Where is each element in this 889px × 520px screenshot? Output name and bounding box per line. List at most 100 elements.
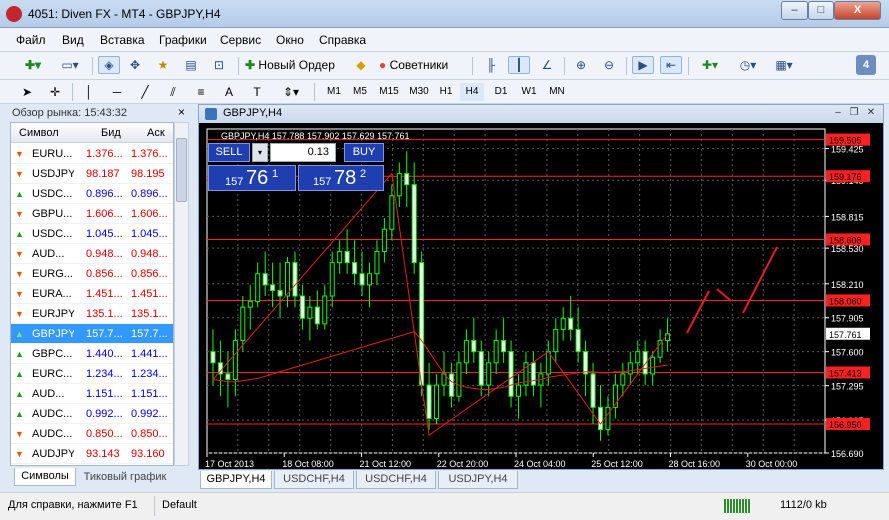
- column-bid[interactable]: Бид: [101, 127, 121, 139]
- tab-tick-chart[interactable]: Тиковый график: [80, 468, 170, 486]
- market-watch-close-icon[interactable]: ×: [178, 105, 185, 119]
- market-watch-row[interactable]: ▼ AUDC... 0.850... 0.850...: [11, 424, 173, 444]
- channel-icon[interactable]: ⫽: [164, 83, 182, 101]
- lot-size-input[interactable]: 0.13: [270, 143, 336, 162]
- market-watch-table: Символ Бид Аск ▼ EURU... 1.376... 1.376... ▼…: [10, 122, 174, 466]
- symbol-cell: AUDJPY: [32, 448, 74, 460]
- auto-scroll-icon[interactable]: ▶: [632, 56, 654, 74]
- market-watch-row[interactable]: ▼ EURA... 1.451... 1.451...: [11, 284, 173, 304]
- zoom-in-icon[interactable]: ⊕: [570, 56, 592, 74]
- close-button[interactable]: X: [834, 1, 881, 20]
- expert-advisors-button[interactable]: ● Советники: [378, 56, 466, 74]
- bid-cell: 0.896...: [86, 188, 123, 200]
- new-order-button[interactable]: ✚ Новый Ордер: [244, 56, 346, 74]
- market-watch-row[interactable]: ▼ AUD... 0.948... 0.948...: [11, 244, 173, 264]
- tester-icon[interactable]: ⊡: [208, 56, 230, 74]
- tab-symbols[interactable]: Символы: [14, 468, 76, 486]
- ask-cell: 1.451...: [131, 288, 168, 300]
- chart-close-icon[interactable]: ✕: [864, 107, 878, 120]
- column-symbol[interactable]: Символ: [19, 127, 59, 139]
- arrow-down-icon: ▼: [15, 309, 24, 319]
- metaeditor-icon[interactable]: ◆: [350, 56, 372, 74]
- connection-status-icon[interactable]: [724, 499, 750, 513]
- minimize-button[interactable]: –: [781, 1, 808, 20]
- text-label-icon[interactable]: T: [248, 83, 266, 101]
- timeframe-mn[interactable]: MN: [544, 83, 570, 101]
- level-price-label: 158.060: [829, 296, 862, 306]
- data-window-icon[interactable]: ✥: [124, 56, 146, 74]
- templates-icon[interactable]: ▦▾: [768, 56, 800, 74]
- indicators-icon[interactable]: ✚▾: [694, 56, 726, 74]
- market-watch-row[interactable]: ▼ EURJPY 135.1... 135.1...: [11, 304, 173, 324]
- x-tick-label: 28 Oct 16:00: [669, 459, 721, 469]
- bar-chart-icon[interactable]: ╟: [480, 56, 502, 74]
- chart-window-title: GBPJPY,H4: [223, 107, 283, 119]
- buy-price[interactable]: 157 78 2: [298, 165, 384, 191]
- timeframe-m5[interactable]: M5: [348, 83, 372, 101]
- level-price-label: 158.608: [829, 235, 862, 245]
- chart-tab-gbpjpy[interactable]: GBPJPY,H4: [200, 471, 272, 489]
- chart-tab-usdchf[interactable]: USDCHF,H4: [274, 471, 354, 489]
- arrow-up-icon: ▲: [15, 229, 24, 239]
- navigator-icon[interactable]: ★: [152, 56, 174, 74]
- menu-view[interactable]: Вид: [62, 33, 84, 47]
- chart-tab-usdjpy[interactable]: USDJPY,H4: [438, 471, 518, 489]
- lot-decrease-icon[interactable]: ▾: [252, 143, 268, 162]
- market-watch-row[interactable]: ▲ USDC... 1.045... 1.045...: [11, 224, 173, 244]
- expert-badge[interactable]: 4: [856, 55, 876, 75]
- market-watch-row[interactable]: ▲ GBPJPY 157.7... 157.7...: [11, 324, 173, 344]
- timeframe-m15[interactable]: M15: [374, 83, 404, 101]
- menu-charts[interactable]: Графики: [159, 33, 207, 47]
- periods-icon[interactable]: ◷▾: [732, 56, 764, 74]
- candle-body: [225, 373, 231, 381]
- menu-file[interactable]: Файл: [16, 33, 46, 47]
- fibonacci-icon[interactable]: ≡: [192, 83, 210, 101]
- crosshair-icon[interactable]: ✛: [46, 83, 64, 101]
- market-watch-row[interactable]: ▼ EURG... 0.856... 0.856...: [11, 264, 173, 284]
- timeframe-m30[interactable]: M30: [406, 83, 432, 101]
- maximize-button[interactable]: □: [808, 1, 834, 20]
- market-watch-icon[interactable]: ◈: [98, 56, 120, 74]
- sell-button[interactable]: SELL: [208, 143, 250, 162]
- market-watch-row[interactable]: ▼ USDJPY 98.187 98.195: [11, 164, 173, 184]
- menu-window[interactable]: Окно: [276, 33, 304, 47]
- timeframe-w1[interactable]: W1: [516, 83, 542, 101]
- market-watch-row[interactable]: ▲ GBPC... 1.440... 1.441...: [11, 344, 173, 364]
- new-chart-icon[interactable]: ✚▾: [18, 56, 48, 74]
- trendline-icon[interactable]: ╱: [136, 83, 154, 101]
- chart-tab-usdchf-2[interactable]: USDCHF,H4: [356, 471, 436, 489]
- candlestick-icon[interactable]: ┃: [508, 56, 530, 74]
- chart-minimize-icon[interactable]: –: [831, 107, 845, 120]
- sell-price[interactable]: 157 76 1: [208, 165, 296, 191]
- column-ask[interactable]: Аск: [147, 127, 165, 139]
- timeframe-d1[interactable]: D1: [488, 83, 514, 101]
- menu-help[interactable]: Справка: [319, 33, 366, 47]
- timeframe-h4[interactable]: H4: [460, 83, 484, 101]
- terminal-icon[interactable]: ▤: [180, 56, 202, 74]
- timeframe-h1[interactable]: H1: [434, 83, 458, 101]
- cursor-icon[interactable]: ➤: [18, 83, 36, 101]
- text-icon[interactable]: A: [220, 83, 238, 101]
- menu-tools[interactable]: Сервис: [220, 33, 261, 47]
- chart-shift-icon[interactable]: ⇤: [660, 56, 682, 74]
- market-watch-row[interactable]: ▲ USDC... 0.896... 0.896...: [11, 184, 173, 204]
- market-watch-scroll-thumb[interactable]: [176, 138, 187, 202]
- timeframe-m1[interactable]: M1: [322, 83, 346, 101]
- market-watch-row[interactable]: ▼ AUDJPY 93.143 93.160: [11, 444, 173, 464]
- market-watch-row[interactable]: ▼ EURU... 1.376... 1.376...: [11, 144, 173, 164]
- profiles-icon[interactable]: ▭▾: [54, 56, 86, 74]
- x-tick-label: 30 Oct 00:00: [746, 459, 798, 469]
- chart-restore-icon[interactable]: ❐: [847, 107, 861, 120]
- menu-insert[interactable]: Вставка: [100, 33, 145, 47]
- market-watch-row[interactable]: ▼ GBPU... 1.606... 1.606...: [11, 204, 173, 224]
- ask-cell: 1.606...: [131, 208, 168, 220]
- line-chart-icon[interactable]: ∠: [536, 56, 558, 74]
- horizontal-line-icon[interactable]: ─: [108, 83, 126, 101]
- market-watch-row[interactable]: ▲ AUDC... 0.992... 0.992...: [11, 404, 173, 424]
- arrows-icon[interactable]: ⇕▾: [276, 83, 306, 101]
- vertical-line-icon[interactable]: │: [80, 83, 98, 101]
- zoom-out-icon[interactable]: ⊖: [598, 56, 620, 74]
- buy-button[interactable]: BUY: [344, 143, 384, 162]
- market-watch-row[interactable]: ▲ AUD... 1.151... 1.151...: [11, 384, 173, 404]
- market-watch-row[interactable]: ▲ EURC... 1.234... 1.234...: [11, 364, 173, 384]
